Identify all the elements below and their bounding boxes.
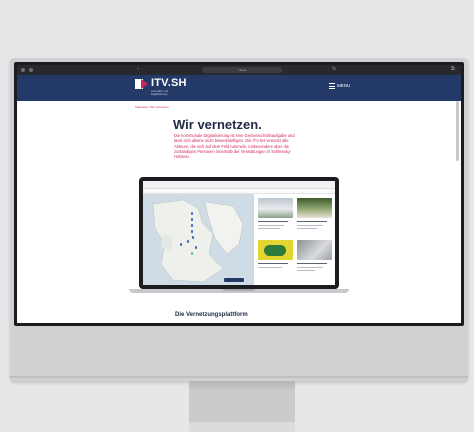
laptop-browser-bar bbox=[143, 181, 335, 189]
laptop-screen bbox=[143, 181, 335, 285]
site-header bbox=[17, 75, 461, 101]
card-title-line bbox=[258, 263, 288, 265]
lock-icon: ▪ bbox=[237, 68, 239, 72]
card-text-line bbox=[297, 228, 317, 230]
map-pin[interactable] bbox=[191, 224, 193, 227]
map-preview bbox=[143, 194, 253, 285]
map-pin[interactable] bbox=[180, 243, 182, 246]
map-pin[interactable] bbox=[191, 212, 193, 215]
intro-text: Die kommunale Digitalisierung ist eine G… bbox=[174, 133, 295, 160]
result-card[interactable] bbox=[297, 240, 332, 278]
map-pin[interactable] bbox=[191, 252, 193, 255]
laptop-notch bbox=[223, 289, 255, 291]
result-card[interactable] bbox=[258, 240, 293, 278]
card-text-line bbox=[258, 225, 284, 227]
monitor-stand-base bbox=[189, 422, 295, 432]
menu-button[interactable]: MENU bbox=[329, 83, 350, 89]
card-image bbox=[258, 198, 293, 218]
result-card[interactable] bbox=[258, 198, 293, 236]
address-bar-url: itv.sh bbox=[239, 68, 247, 72]
tabs-icon[interactable]: ⧉ bbox=[451, 67, 456, 72]
results-panel bbox=[253, 194, 335, 285]
hamburger-menu-icon bbox=[329, 83, 335, 89]
card-image bbox=[297, 198, 332, 218]
site-logo[interactable]: ITV.SH bbox=[151, 77, 187, 89]
card-text-line bbox=[258, 228, 280, 230]
card-title-line bbox=[297, 263, 327, 265]
window-dot[interactable] bbox=[29, 68, 33, 72]
back-icon[interactable]: ‹ bbox=[137, 67, 142, 72]
card-image-shape bbox=[264, 245, 286, 256]
monitor-screen: ‹ ▪ itv.sh ↻ ⧉ ITV.SH Innovation und Dig… bbox=[17, 65, 461, 323]
window-dot[interactable] bbox=[21, 68, 25, 72]
map-button[interactable] bbox=[224, 278, 244, 282]
scrollbar[interactable] bbox=[456, 101, 459, 161]
card-title-line bbox=[297, 221, 327, 223]
section-title: Die Vernetzungsplattform bbox=[175, 312, 248, 318]
monitor-chin-line bbox=[10, 376, 468, 378]
menu-label: MENU bbox=[337, 83, 351, 89]
site-logo-subtitle: Innovation und Digitalisierung bbox=[151, 90, 169, 96]
card-text-line bbox=[297, 270, 315, 272]
map-pin[interactable] bbox=[195, 246, 197, 249]
shield-logo-icon[interactable] bbox=[135, 79, 148, 89]
address-bar[interactable]: ▪ itv.sh bbox=[202, 67, 282, 73]
page-title: Wir vernetzen. bbox=[173, 117, 262, 132]
map-pin[interactable] bbox=[191, 218, 193, 221]
map-shapes bbox=[143, 194, 253, 285]
card-image bbox=[297, 240, 332, 260]
browser-toolbar: ‹ ▪ itv.sh ↻ ⧉ bbox=[17, 65, 461, 75]
map-pin[interactable] bbox=[191, 230, 193, 233]
card-title-line bbox=[258, 221, 288, 223]
result-card[interactable] bbox=[297, 198, 332, 236]
breadcrumb[interactable]: Startseite / Wir vernetzen bbox=[135, 105, 169, 109]
map-pin[interactable] bbox=[187, 240, 189, 243]
reload-icon[interactable]: ↻ bbox=[332, 67, 337, 72]
card-text-line bbox=[297, 225, 323, 227]
map-pin[interactable] bbox=[192, 236, 194, 239]
card-text-line bbox=[258, 267, 282, 269]
card-image bbox=[258, 240, 293, 260]
card-text-line bbox=[297, 267, 323, 269]
monitor-stand-shadow bbox=[189, 381, 295, 391]
